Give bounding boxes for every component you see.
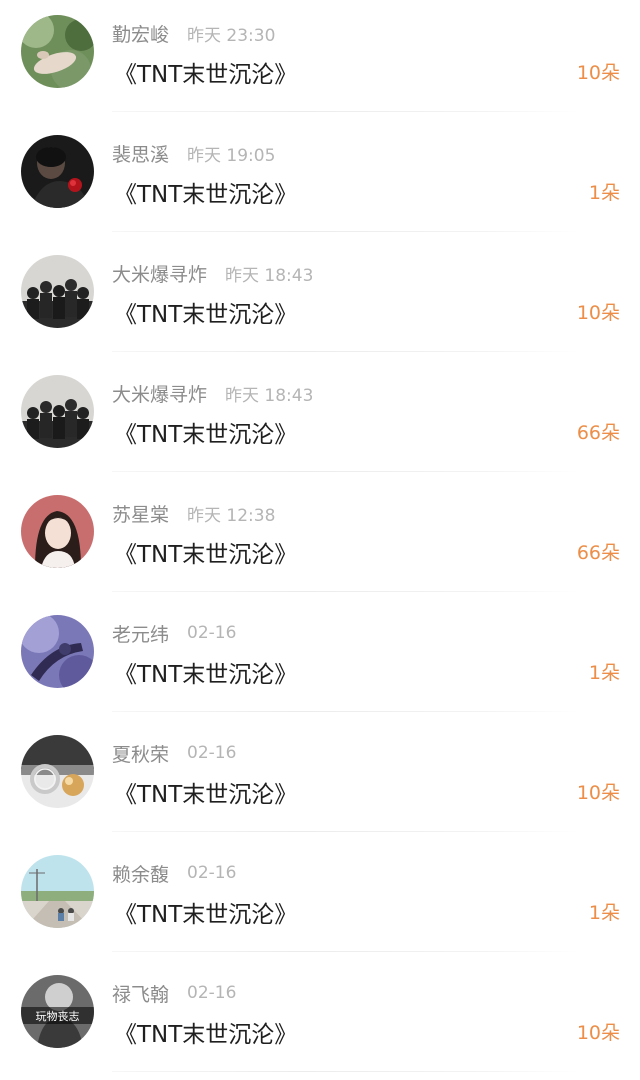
group-photo-avatar-icon[interactable] [21, 375, 94, 448]
divider [112, 951, 580, 952]
divider [112, 831, 580, 832]
book-title[interactable]: 《TNT末世沉沦》 [114, 415, 297, 449]
book-title[interactable]: 《TNT末世沉沦》 [114, 55, 297, 89]
nature-hand-avatar-icon[interactable] [21, 15, 94, 88]
divider [112, 711, 580, 712]
list-item[interactable]: 裴思溪 昨天 19:05 《TNT末世沉沦》 1朵 [0, 120, 640, 240]
list-item[interactable]: 勤宏峻 昨天 23:30 《TNT末世沉沦》 10朵 [0, 0, 640, 120]
book-title[interactable]: 《TNT末世沉沦》 [114, 775, 297, 809]
flower-count: 10朵 [576, 302, 620, 324]
flower-count: 1朵 [588, 182, 620, 204]
list-item[interactable]: 大米爆寻炸 昨天 18:43 《TNT末世沉沦》 66朵 [0, 360, 640, 480]
book-title[interactable]: 《TNT末世沉沦》 [114, 535, 297, 569]
man-rose-avatar-icon[interactable] [21, 135, 94, 208]
divider [112, 111, 580, 112]
flower-count: 10朵 [576, 782, 620, 804]
avatar-caption: 玩物丧志 [36, 1009, 80, 1023]
list-item[interactable]: 苏星棠 昨天 12:38 《TNT末世沉沦》 66朵 [0, 480, 640, 600]
timestamp: 02-16 [187, 863, 237, 883]
book-title[interactable]: 《TNT末世沉沦》 [114, 175, 297, 209]
sender-name[interactable]: 大米爆寻炸 [112, 260, 207, 287]
gift-record-list: 勤宏峻 昨天 23:30 《TNT末世沉沦》 10朵 裴思溪 昨天 19:05 … [0, 0, 640, 1080]
book-title[interactable]: 《TNT末世沉沦》 [114, 895, 297, 929]
timestamp: 昨天 12:38 [187, 505, 276, 526]
book-title[interactable]: 《TNT末世沉沦》 [114, 655, 297, 689]
pearl-ring-avatar-icon[interactable] [21, 735, 94, 808]
book-title[interactable]: 《TNT末世沉沦》 [114, 1015, 297, 1049]
sender-name[interactable]: 禄飞翰 [112, 980, 169, 1007]
timestamp: 昨天 18:43 [225, 265, 314, 286]
sender-name[interactable]: 赖余馥 [112, 860, 169, 887]
timestamp: 02-16 [187, 743, 237, 763]
sender-name[interactable]: 夏秋荣 [112, 740, 169, 767]
flower-count: 10朵 [576, 1022, 620, 1044]
group-photo-avatar-icon[interactable] [21, 255, 94, 328]
divider [112, 231, 580, 232]
divider [112, 351, 580, 352]
flower-count: 1朵 [588, 902, 620, 924]
girl-portrait-avatar-icon[interactable] [21, 495, 94, 568]
divider [112, 471, 580, 472]
divider [112, 591, 580, 592]
sender-name[interactable]: 勤宏峻 [112, 20, 169, 47]
text-portrait-avatar-icon[interactable]: 玩物丧志 [21, 975, 94, 1048]
timestamp: 昨天 23:30 [187, 25, 276, 46]
sender-name[interactable]: 裴思溪 [112, 140, 169, 167]
timestamp: 昨天 19:05 [187, 145, 276, 166]
list-item[interactable]: 赖余馥 02-16 《TNT末世沉沦》 1朵 [0, 840, 640, 960]
list-item[interactable]: 玩物丧志 禄飞翰 02-16 《TNT末世沉沦》 10朵 [0, 960, 640, 1080]
flower-count: 66朵 [576, 422, 620, 444]
timestamp: 02-16 [187, 983, 237, 1003]
timestamp: 昨天 18:43 [225, 385, 314, 406]
flower-count: 1朵 [588, 662, 620, 684]
list-item[interactable]: 大米爆寻炸 昨天 18:43 《TNT末世沉沦》 10朵 [0, 240, 640, 360]
road-landscape-avatar-icon[interactable] [21, 855, 94, 928]
flower-count: 10朵 [576, 62, 620, 84]
sender-name[interactable]: 大米爆寻炸 [112, 380, 207, 407]
book-title[interactable]: 《TNT末世沉沦》 [114, 295, 297, 329]
list-item[interactable]: 老元纬 02-16 《TNT末世沉沦》 1朵 [0, 600, 640, 720]
purple-art-avatar-icon[interactable] [21, 615, 94, 688]
sender-name[interactable]: 苏星棠 [112, 500, 169, 527]
sender-name[interactable]: 老元纬 [112, 620, 169, 647]
timestamp: 02-16 [187, 623, 237, 643]
flower-count: 66朵 [576, 542, 620, 564]
list-item[interactable]: 夏秋荣 02-16 《TNT末世沉沦》 10朵 [0, 720, 640, 840]
